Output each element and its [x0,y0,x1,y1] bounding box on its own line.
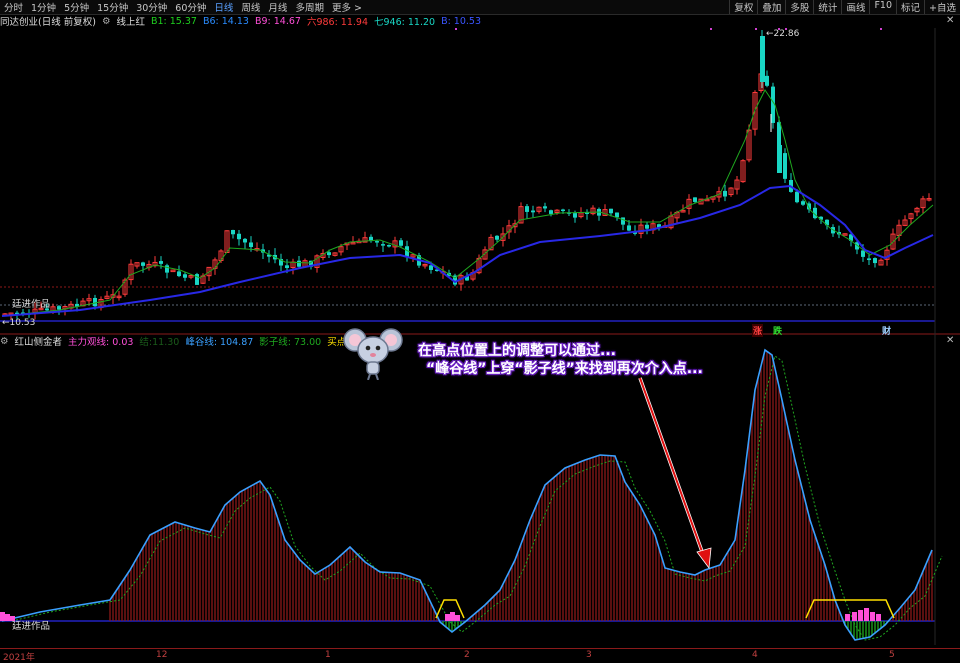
candle-down [777,145,782,173]
main-force-bar [450,612,455,621]
candle-down [57,306,61,310]
candle-down [297,260,301,267]
high-price-label: ←22.86 [766,29,800,39]
date-label: 12 [156,650,168,660]
candle-down [693,197,697,202]
tag-cai: 财 [882,327,892,337]
candle-down [141,262,145,266]
candle-down [549,210,553,214]
date-label: 5 [889,650,895,660]
main-force-bar [858,610,863,621]
signal-dot [785,28,787,30]
candle-down [231,229,235,235]
ma-long-line [1,184,934,317]
candle-down [861,250,865,257]
candle-down [621,217,625,225]
main-force-bar [870,612,875,621]
candle-down [243,238,247,243]
candle-down [531,210,535,213]
date-label: 4 [752,650,758,660]
low-price-label: ←10.53 [2,318,35,328]
date-label: 1 [325,650,331,660]
main-force-bar [455,615,460,621]
candle-down [525,206,529,212]
candle-down [399,240,403,246]
tag-die: 跌 [773,327,783,337]
candle-down [93,297,97,307]
candle-down [561,209,565,212]
candle-down [387,245,391,247]
main-force-bar [876,614,881,621]
candle-down [795,191,799,203]
candle-down [645,224,649,229]
candle-down [723,190,727,197]
candle-down [765,75,769,86]
candle-down [381,244,385,246]
signal-dot [778,28,780,30]
main-force-bar [845,614,850,621]
candle-down [327,252,331,256]
candle-down [543,206,547,209]
candle-down [237,233,241,240]
main-force-bar [0,612,5,621]
date-label: 2021年 [3,653,35,663]
candle-down [249,242,253,248]
date-label: 2 [464,650,470,660]
candle-down [159,261,163,264]
kline-chart[interactable]: ←22.86 ←10.53 [0,0,960,660]
signal-dot [455,28,457,30]
main-force-bar [864,608,869,621]
candle-down [615,212,619,218]
annotation-line-2: “峰谷线”上穿“影子线”来找到再次介入点... [426,361,703,377]
candle-down [165,265,169,273]
main-force-bar [852,612,857,621]
annotation-text: 在高点位置上的调整可以通过... “峰谷线”上穿“影子线”来找到再次介入点... [418,342,703,378]
date-label: 3 [586,650,592,660]
candle-down [783,153,787,179]
candle-down [873,258,877,264]
candle-down [183,274,187,278]
candle-down [609,208,613,214]
candle-down [495,235,499,240]
candle-down [801,201,805,205]
main-force-bar [5,614,10,621]
mouse-mascot-icon [343,328,403,380]
signal-dot [710,28,712,30]
candle-down [375,241,379,243]
tag-zhang: 涨 [752,324,764,337]
candle-down [867,258,871,261]
ma-short-line [1,89,934,317]
annotation-line-1: 在高点位置上的调整可以通过... [418,343,616,359]
signal-dot [880,28,882,30]
arrow-head-icon [696,547,712,570]
main-force-bar [445,614,450,621]
peak-valley-line [1,348,933,641]
candle-down [177,271,181,277]
watermark-sub: 廷进作品 [12,621,51,632]
candle-down [285,265,289,269]
candle-down [627,225,631,231]
signal-dot [755,28,757,30]
date-axis: 2021年 12 1 2 3 4 5 [0,648,960,663]
candle-down [573,213,577,218]
watermark-main: 廷进作品 [12,299,51,310]
